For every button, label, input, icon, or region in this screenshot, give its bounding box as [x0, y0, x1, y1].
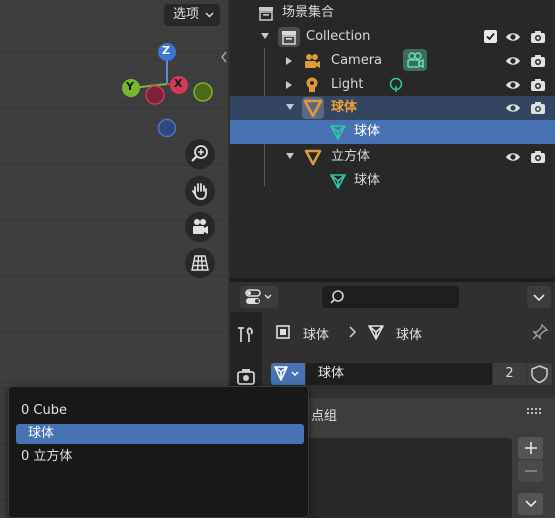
outliner-row-cube[interactable]: 立方体: [230, 145, 555, 169]
mesh-data-icon: [330, 174, 346, 189]
outliner-row-sphere[interactable]: 球体: [230, 96, 555, 120]
grid-icon: [191, 255, 209, 271]
vertex-group-specials-button[interactable]: [518, 493, 543, 515]
expand-down-icon[interactable]: [286, 153, 294, 160]
eye-icon[interactable]: [505, 30, 521, 44]
outliner-row-camera[interactable]: Camera: [230, 49, 555, 73]
popup-item-selected[interactable]: 球体: [16, 424, 304, 444]
scene-collection-label: 场景集合: [282, 5, 335, 20]
fake-user-button[interactable]: [527, 363, 552, 385]
drag-handle-icon[interactable]: [527, 407, 543, 415]
collection-label: Collection: [306, 29, 371, 44]
breadcrumb-mesh-label: 球体: [396, 328, 423, 343]
render-camera-icon[interactable]: [530, 54, 546, 68]
mesh-data-icon: [368, 325, 384, 340]
navigation-gizmo[interactable]: Z Y X: [115, 40, 220, 140]
outliner-row-cube-mesh[interactable]: 球体: [230, 169, 555, 193]
pan-button[interactable]: [185, 176, 215, 206]
panel-title[interactable]: 点组: [311, 405, 337, 424]
outliner-row-light[interactable]: Light: [230, 73, 555, 97]
outliner-rows: 场景集合 Collection Camera Light 球体 球体 立方体 球…: [230, 0, 555, 200]
properties-options-button[interactable]: [527, 286, 551, 308]
eye-icon[interactable]: [505, 150, 521, 164]
mesh-data-icon: [330, 125, 346, 140]
chevron-down-icon: [205, 12, 214, 18]
chevron-right-icon: [349, 326, 357, 338]
mesh-browse-popup: 0 Cube 球体 0 立方体: [8, 386, 309, 518]
mesh-data-icon: [274, 366, 299, 381]
expand-right-icon[interactable]: [286, 57, 293, 65]
vertex-groups-list[interactable]: [292, 438, 512, 518]
chevron-down-icon: [524, 500, 537, 508]
eye-icon[interactable]: [505, 54, 521, 68]
gizmo-x-label: X: [174, 77, 183, 90]
remove-vertex-group-button[interactable]: [518, 460, 543, 482]
sidebar-toggle-arrow[interactable]: [219, 48, 228, 66]
gizmo-y-label: Y: [126, 80, 134, 93]
plus-icon: [524, 442, 537, 454]
cube-mesh-label: 球体: [354, 173, 381, 188]
search-icon: [330, 290, 344, 304]
popup-item[interactable]: 0 立方体: [16, 447, 304, 467]
user-count-button[interactable]: 2: [493, 363, 526, 385]
render-camera-icon[interactable]: [530, 101, 546, 115]
outliner-row-scene-collection[interactable]: 场景集合: [230, 1, 555, 25]
light-data-icon[interactable]: [388, 77, 404, 93]
popup-item[interactable]: 0 Cube: [16, 401, 304, 421]
outliner-row-collection[interactable]: Collection: [230, 25, 555, 49]
minus-icon: [524, 470, 537, 472]
gizmo-z-label: Z: [162, 44, 170, 57]
mesh-object-icon: [304, 149, 322, 166]
breadcrumb: 球体 球体: [271, 320, 521, 344]
light-object-icon: [306, 77, 318, 92]
render-camera-icon[interactable]: [530, 150, 546, 164]
camera-label: Camera: [331, 53, 383, 68]
pin-icon[interactable]: [531, 323, 549, 341]
wrench-screwdriver-icon: [238, 327, 253, 342]
tab-tool[interactable]: [233, 322, 259, 348]
expand-down-icon[interactable]: [286, 104, 294, 111]
properties-search-input[interactable]: [322, 286, 459, 308]
sphere-object-label: 球体: [331, 100, 358, 115]
properties-editor-icon: [245, 289, 272, 304]
camera-icon: [193, 219, 208, 234]
camera-object-icon: [305, 54, 320, 68]
zoom-button[interactable]: [185, 139, 215, 169]
hand-icon: [192, 183, 207, 200]
mesh-browse-button[interactable]: [271, 363, 305, 385]
chevron-down-icon: [533, 294, 545, 302]
perspective-toggle-button[interactable]: [185, 248, 215, 278]
render-camera-icon[interactable]: [530, 30, 546, 44]
camera-data-icon[interactable]: [403, 49, 427, 71]
options-dropdown[interactable]: 选项: [164, 4, 220, 26]
eye-icon[interactable]: [505, 78, 521, 92]
mesh-name-field[interactable]: 球体: [306, 363, 492, 385]
scene-collection-icon: [259, 7, 273, 21]
sphere-mesh-label: 球体: [354, 124, 381, 139]
render-camera-icon[interactable]: [530, 78, 546, 92]
eye-icon[interactable]: [505, 101, 521, 115]
expand-right-icon[interactable]: [286, 81, 293, 89]
camera-view-button[interactable]: [185, 212, 215, 242]
breadcrumb-object-label: 球体: [303, 328, 330, 343]
object-icon: [276, 325, 290, 339]
collection-icon: [278, 27, 300, 47]
outliner-row-sphere-mesh[interactable]: 球体: [230, 120, 555, 144]
mesh-object-icon: [302, 97, 324, 119]
editor-type-dropdown[interactable]: [240, 286, 278, 308]
zoom-icon: [191, 145, 208, 162]
expand-down-icon[interactable]: [261, 33, 269, 40]
cube-object-label: 立方体: [331, 149, 371, 164]
add-vertex-group-button[interactable]: [518, 437, 543, 459]
options-label: 选项: [173, 7, 200, 22]
light-label: Light: [331, 77, 364, 92]
checkbox-checked-icon[interactable]: [484, 30, 497, 43]
shield-icon: [531, 365, 548, 384]
